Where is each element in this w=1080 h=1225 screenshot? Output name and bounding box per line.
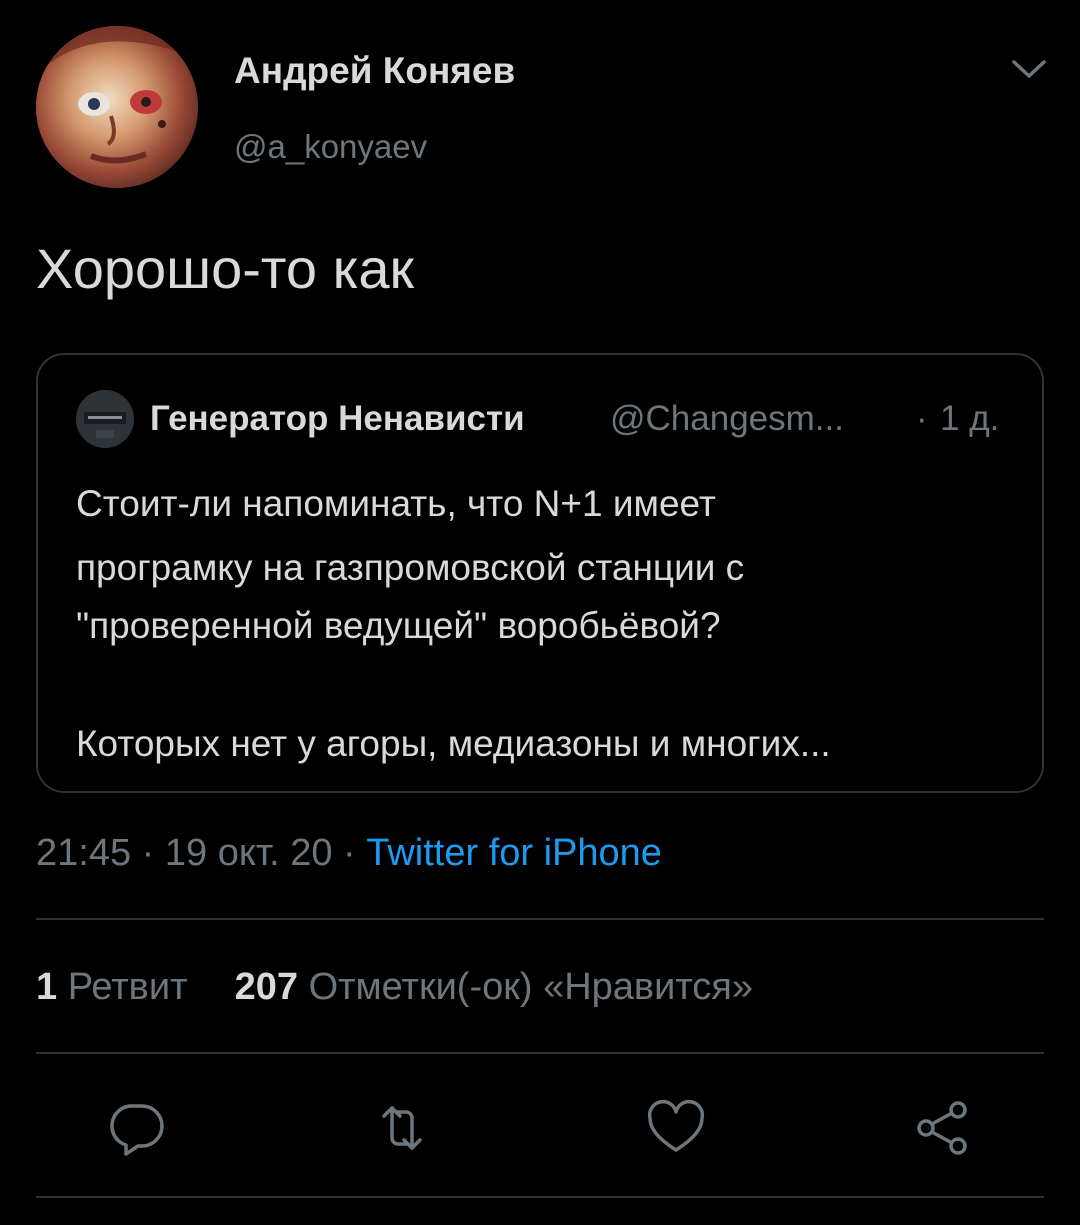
tweet-meta: 21:45 · 19 окт. 20 · Twitter for iPhone [36,832,662,875]
quoted-text-line: програмку на газпромовской станции с [76,547,745,588]
retweets-label: Ретвит [67,966,188,1008]
tweet-detail-page: Андрей Коняев @a_konyaev Хорошо-то как Г… [0,0,1080,1225]
likes-count: 207 [234,966,299,1008]
quoted-author-name[interactable]: Генератор Ненависти [150,399,525,439]
tweet-stats: 1 Ретвит 207 Отметки(-ок) «Нравится» [36,966,753,1009]
quoted-text-line: Стоит-ли напоминать, что N+1 имеет [76,483,716,524]
author-handle[interactable]: @a_konyaev [234,128,427,166]
quoted-text-line: Которых нет у агоры, медиазоны и многих.… [76,723,831,764]
meta-separator: · [343,832,356,874]
retweets-stat[interactable]: 1 Ретвит [36,966,198,1008]
reply-icon[interactable] [104,1096,168,1160]
quoted-tweet[interactable]: Генератор Ненависти @Changesm... · 1 д. … [36,353,1044,793]
author-name[interactable]: Андрей Коняев [234,50,515,92]
divider [36,1052,1044,1054]
author-avatar[interactable] [36,26,198,188]
quoted-author-avatar[interactable] [76,390,134,448]
divider [36,1196,1044,1198]
like-icon[interactable] [644,1096,708,1160]
tweet-time: 21:45 [36,832,132,874]
likes-label: Отметки(-ок) «Нравится» [308,966,754,1008]
chevron-down-icon[interactable] [1008,54,1050,84]
quoted-time-ago: 1 д. [940,399,1000,438]
quoted-text-line: "проверенной ведущей" воробьёвой? [76,605,721,646]
share-icon[interactable] [910,1096,974,1160]
divider [36,918,1044,920]
likes-stat[interactable]: 207 Отметки(-ок) «Нравится» [235,966,753,1008]
tweet-date: 19 окт. 20 [164,832,333,874]
retweets-count: 1 [36,966,58,1008]
tweet-text: Хорошо-то как [36,237,414,300]
tweet-source-link[interactable]: Twitter for iPhone [366,832,662,874]
meta-separator: · [141,832,155,874]
quoted-author-handle[interactable]: @Changesm... [610,399,844,439]
quoted-separator: · [916,399,928,438]
retweet-icon[interactable] [370,1096,434,1160]
